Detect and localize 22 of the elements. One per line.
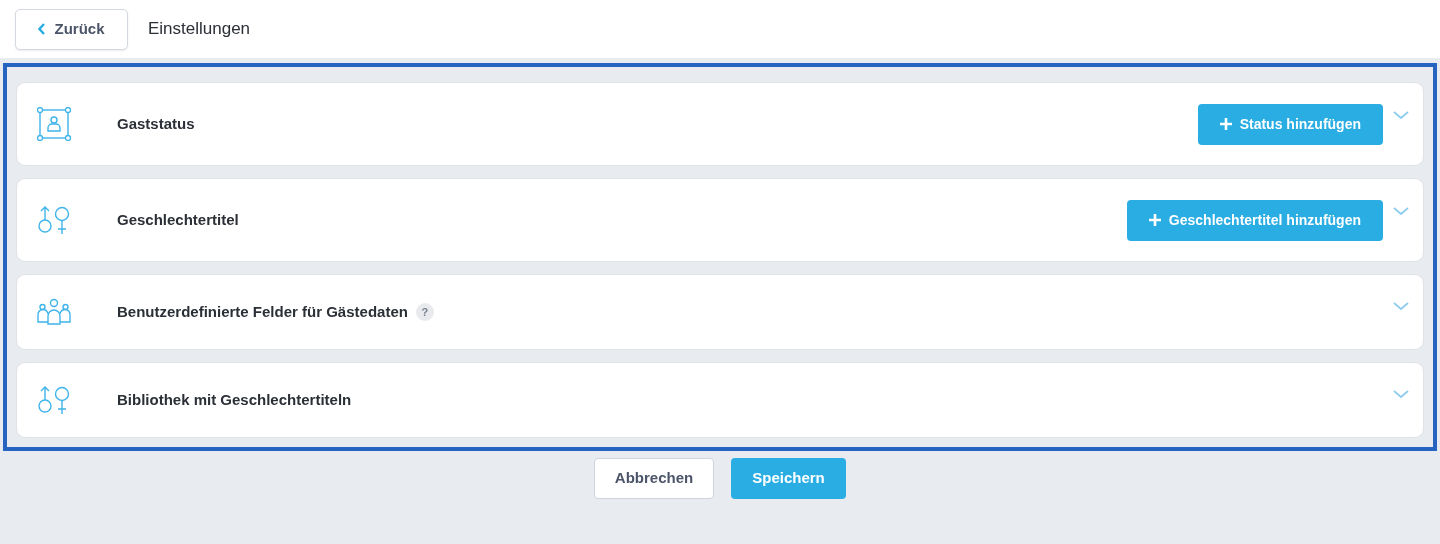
cancel-button[interactable]: Abbrechen — [594, 458, 714, 499]
chevron-down-icon[interactable] — [1393, 389, 1409, 399]
settings-panel[interactable]: Gaststatus Status hinzufügen — [16, 82, 1424, 166]
settings-panel[interactable]: Geschlechtertitel Geschlechtertitel hinzufügen — [16, 178, 1424, 262]
settings-panel[interactable]: Bibliothek mit Geschlechtertiteln — [16, 362, 1424, 438]
chevron-down-icon[interactable] — [1393, 301, 1409, 311]
panel-title: Benutzerdefinierte Felder für Gästedaten — [117, 301, 408, 322]
settings-panel[interactable]: Benutzerdefinierte Felder für Gästedaten ? — [16, 274, 1424, 350]
gender-symbols-icon — [37, 205, 71, 235]
panel-title: Geschlechtertitel — [117, 209, 239, 230]
page-title: Einstellungen — [148, 18, 251, 41]
chevron-left-icon — [38, 23, 47, 35]
chevron-down-icon[interactable] — [1393, 110, 1409, 120]
panel-title: Gaststatus — [117, 113, 195, 134]
plus-icon — [1148, 214, 1161, 226]
chevron-down-icon[interactable] — [1393, 206, 1409, 216]
back-button[interactable]: Zurück — [15, 8, 128, 50]
plus-icon — [1219, 118, 1232, 130]
gender-symbols-icon — [37, 385, 71, 415]
people-group-icon — [37, 298, 71, 326]
panel-title: Bibliothek mit Geschlechtertiteln — [117, 389, 352, 410]
person-frame-icon — [37, 107, 71, 141]
